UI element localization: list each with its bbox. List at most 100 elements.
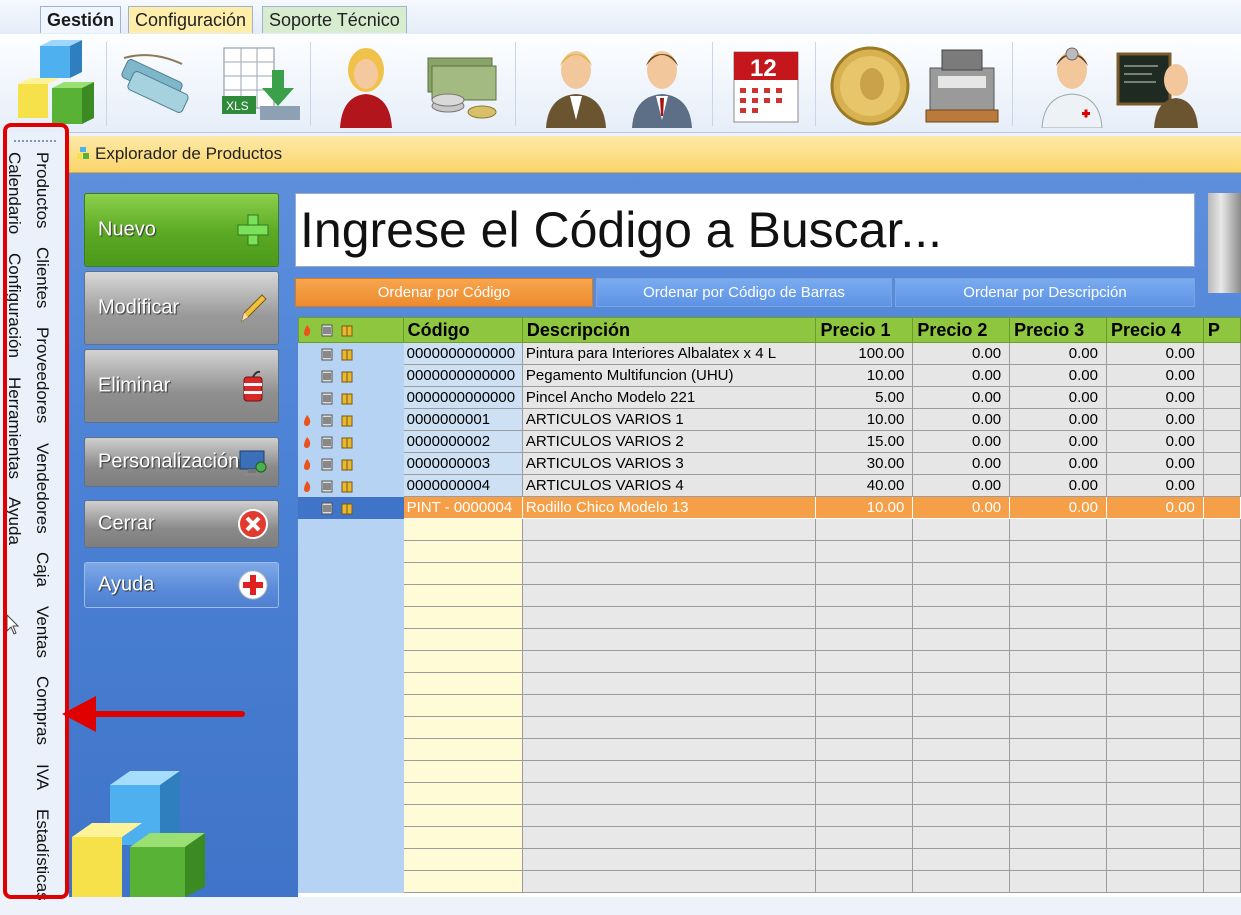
modificar-button[interactable]: Modificar: [84, 271, 279, 345]
cell-precio-5[interactable]: [1202, 474, 1241, 497]
table-row[interactable]: 0000000000000 Pincel Ancho Modelo 221 5.00…: [298, 386, 1241, 409]
empty-cell[interactable]: [1106, 650, 1204, 673]
sidebar-item-clientes[interactable]: Clientes: [32, 247, 52, 308]
cell-precio-1[interactable]: 15.00: [815, 430, 914, 453]
empty-cell[interactable]: [521, 870, 817, 893]
empty-cell[interactable]: [1009, 870, 1107, 893]
empty-table-row[interactable]: [298, 782, 1241, 805]
empty-cell[interactable]: [402, 628, 523, 651]
empty-cell[interactable]: [521, 804, 817, 827]
empty-cell[interactable]: [402, 694, 523, 717]
empty-cell[interactable]: [1202, 782, 1241, 805]
empty-cell[interactable]: [912, 738, 1011, 761]
search-box[interactable]: [295, 193, 1195, 267]
column-header-precio-3[interactable]: Precio 3: [1009, 317, 1107, 343]
empty-cell[interactable]: [521, 650, 817, 673]
ayuda-button[interactable]: Ayuda: [84, 562, 279, 608]
empty-cell[interactable]: [912, 848, 1011, 871]
doctor-icon[interactable]: [1028, 40, 1116, 128]
empty-cell[interactable]: [1202, 804, 1241, 827]
products-grid[interactable]: Código Descripción Precio 1 Precio 2 Pre…: [298, 317, 1241, 897]
empty-table-row[interactable]: [298, 562, 1241, 585]
table-row[interactable]: 0000000000000 Pegamento Multifuncion (UHU…: [298, 364, 1241, 387]
cell-precio-4[interactable]: 0.00: [1106, 342, 1204, 365]
column-header-precio-4[interactable]: Precio 4: [1106, 317, 1204, 343]
cell-precio-3[interactable]: 0.00: [1009, 408, 1107, 431]
cell-precio-2[interactable]: 0.00: [912, 430, 1011, 453]
tab-gestion[interactable]: Gestión: [40, 6, 122, 33]
cell-precio-2[interactable]: 0.00: [912, 364, 1011, 387]
cell-precio-5[interactable]: [1202, 386, 1241, 409]
empty-cell[interactable]: [1009, 606, 1107, 629]
sidebar-item-proveedores[interactable]: Proveedores: [32, 327, 52, 423]
empty-cell[interactable]: [1009, 650, 1107, 673]
empty-table-row[interactable]: [298, 760, 1241, 783]
table-row[interactable]: 0000000004 ARTICULOS VARIOS 4 40.00 0.00 0.0…: [298, 474, 1241, 497]
empty-table-row[interactable]: [298, 540, 1241, 563]
empty-cell[interactable]: [815, 760, 914, 783]
empty-cell[interactable]: [1202, 672, 1241, 695]
empty-cell[interactable]: [1106, 628, 1204, 651]
sidebar-item-calendario[interactable]: Calendario: [4, 152, 24, 234]
empty-table-row[interactable]: [298, 694, 1241, 717]
empty-cell[interactable]: [1009, 826, 1107, 849]
empty-cell[interactable]: [1106, 738, 1204, 761]
empty-cell[interactable]: [912, 804, 1011, 827]
sidebar-item-ayuda[interactable]: Ayuda: [4, 497, 24, 545]
sidenav-grip[interactable]: [14, 140, 56, 142]
empty-cell[interactable]: [402, 870, 523, 893]
column-header-precio-1[interactable]: Precio 1: [815, 317, 914, 343]
teacher-icon[interactable]: [1114, 40, 1202, 128]
cell-precio-5[interactable]: [1202, 430, 1241, 453]
search-input[interactable]: [296, 194, 1194, 266]
empty-table-row[interactable]: [298, 804, 1241, 827]
column-header-p[interactable]: P: [1202, 317, 1241, 343]
empty-cell[interactable]: [815, 738, 914, 761]
cell-precio-3[interactable]: 0.00: [1009, 430, 1107, 453]
empty-cell[interactable]: [815, 672, 914, 695]
cell-precio-5[interactable]: [1202, 364, 1241, 387]
empty-cell[interactable]: [1106, 760, 1204, 783]
empty-table-row[interactable]: [298, 826, 1241, 849]
cell-precio-3[interactable]: 0.00: [1009, 474, 1107, 497]
cell-precio-3[interactable]: 0.00: [1009, 386, 1107, 409]
cell-codigo[interactable]: 0000000001: [402, 408, 523, 431]
empty-cell[interactable]: [1202, 716, 1241, 739]
sidebar-item-configuracion[interactable]: Configuración: [4, 253, 24, 358]
sidebar-item-caja[interactable]: Caja: [32, 552, 52, 587]
table-row[interactable]: 0000000000000 Pintura para Interiores Alb…: [298, 342, 1241, 365]
cell-precio-4[interactable]: 0.00: [1106, 364, 1204, 387]
cell-codigo[interactable]: 0000000003: [402, 452, 523, 475]
empty-cell[interactable]: [912, 518, 1011, 541]
empty-cell[interactable]: [1202, 738, 1241, 761]
empty-cell[interactable]: [402, 584, 523, 607]
empty-cell[interactable]: [1106, 716, 1204, 739]
empty-cell[interactable]: [521, 584, 817, 607]
cell-precio-2[interactable]: 0.00: [912, 474, 1011, 497]
cell-descripcion[interactable]: ARTICULOS VARIOS 4: [521, 474, 817, 497]
empty-cell[interactable]: [1009, 716, 1107, 739]
empty-cell[interactable]: [1202, 606, 1241, 629]
empty-cell[interactable]: [521, 518, 817, 541]
empty-cell[interactable]: [1009, 518, 1107, 541]
column-header-precio-2[interactable]: Precio 2: [912, 317, 1011, 343]
cell-precio-3[interactable]: 0.00: [1009, 496, 1107, 519]
empty-table-row[interactable]: [298, 848, 1241, 871]
empty-cell[interactable]: [815, 804, 914, 827]
cell-codigo[interactable]: 0000000000000: [402, 342, 523, 365]
sidebar-item-herramientas[interactable]: Herramientas: [4, 377, 24, 479]
cell-precio-1[interactable]: 10.00: [815, 496, 914, 519]
empty-cell[interactable]: [1106, 782, 1204, 805]
empty-cell[interactable]: [815, 518, 914, 541]
empty-cell[interactable]: [912, 716, 1011, 739]
empty-table-row[interactable]: [298, 584, 1241, 607]
empty-cell[interactable]: [402, 540, 523, 563]
empty-table-row[interactable]: [298, 716, 1241, 739]
empty-cell[interactable]: [815, 870, 914, 893]
cell-precio-4[interactable]: 0.00: [1106, 386, 1204, 409]
cell-precio-4[interactable]: 0.00: [1106, 496, 1204, 519]
empty-table-row[interactable]: [298, 672, 1241, 695]
cash-register-icon[interactable]: [918, 40, 1006, 128]
cell-codigo[interactable]: 0000000000000: [402, 364, 523, 387]
sidebar-item-productos[interactable]: Productos: [32, 152, 52, 229]
